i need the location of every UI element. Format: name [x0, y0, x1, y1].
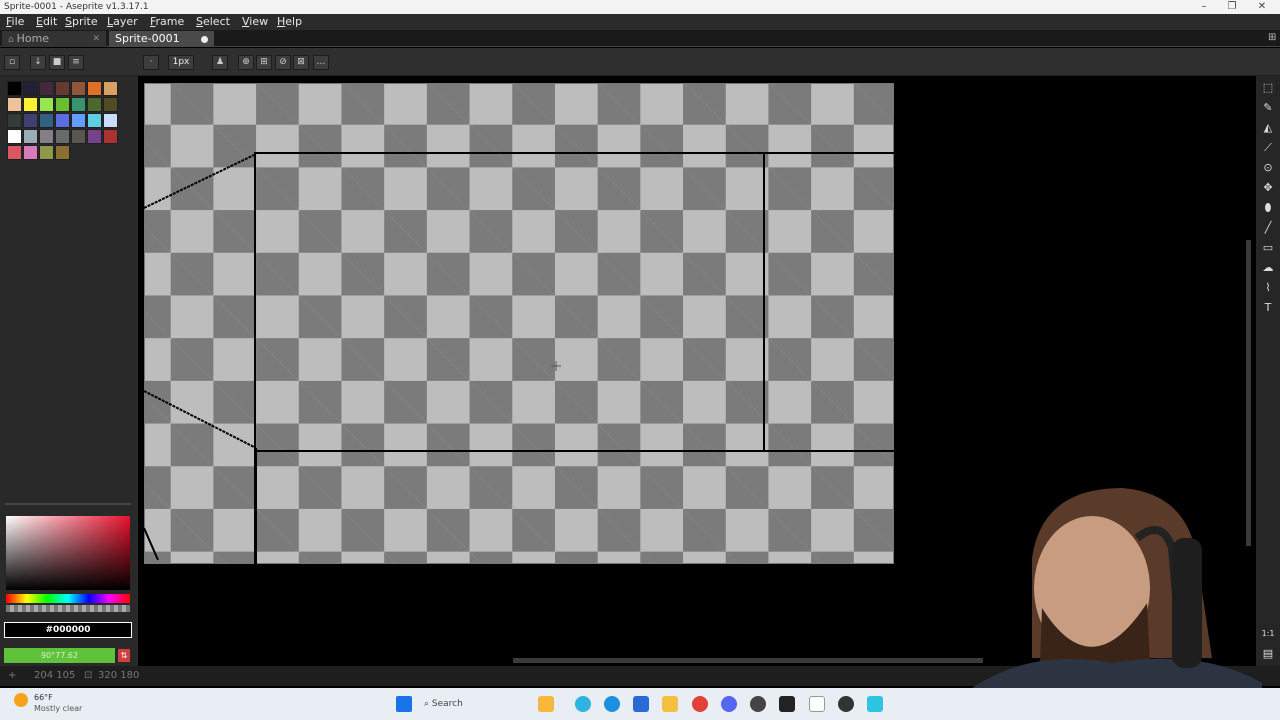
- eyedropper-tool-icon[interactable]: ⟋: [1260, 140, 1276, 156]
- webcam-overlay: [972, 488, 1262, 720]
- selection-size-icon: ⊡: [84, 670, 93, 681]
- start-icon[interactable]: [396, 696, 412, 712]
- zoom-tool-icon[interactable]: ⊙: [1260, 160, 1276, 176]
- sprite-size: 320 180: [98, 670, 140, 681]
- edge-icon[interactable]: [604, 696, 620, 712]
- eraser-tool-icon[interactable]: ◭: [1260, 120, 1276, 136]
- discord-icon[interactable]: [721, 696, 737, 712]
- search-icon: ⌕: [424, 699, 432, 709]
- app-icon[interactable]: [867, 696, 883, 712]
- move-tool-icon[interactable]: ✥: [1260, 180, 1276, 196]
- zoom-actual-icon[interactable]: 1:1: [1260, 626, 1276, 642]
- chrome-icon[interactable]: [692, 696, 708, 712]
- weather-temp: 66°F: [34, 693, 53, 702]
- taskbar-search[interactable]: ⌕ Search: [424, 695, 524, 713]
- search-label: Search: [431, 699, 463, 709]
- smudge-tool-icon[interactable]: ⌇: [1260, 280, 1276, 296]
- weather-desc: Mostly clear: [34, 704, 83, 713]
- aseprite-icon[interactable]: [809, 696, 825, 712]
- unity-icon[interactable]: [779, 696, 795, 712]
- fill-tool-icon[interactable]: ⬮: [1260, 200, 1276, 216]
- cursor-coords: 204 105: [34, 670, 76, 681]
- rectangle-tool-icon[interactable]: ▭: [1260, 240, 1276, 256]
- horizontal-scrollbar[interactable]: [513, 658, 983, 663]
- crosshair-cursor-icon: [551, 361, 561, 371]
- pencil-tool-icon[interactable]: ✎: [1260, 100, 1276, 116]
- settings-icon[interactable]: [750, 696, 766, 712]
- position-icon: +: [8, 670, 17, 681]
- obs-icon[interactable]: [838, 696, 854, 712]
- line-tool-icon[interactable]: ╱: [1260, 220, 1276, 236]
- blur-tool-icon[interactable]: ☁: [1260, 260, 1276, 276]
- marquee-tool-icon[interactable]: ⬚: [1260, 80, 1276, 96]
- store-icon[interactable]: [633, 696, 649, 712]
- weather-icon: [14, 693, 28, 707]
- timeline-icon[interactable]: ▤: [1260, 646, 1276, 662]
- widgets-icon[interactable]: [538, 696, 554, 712]
- file-explorer-icon[interactable]: [662, 696, 678, 712]
- windows-taskbar: 66°F Mostly clear ⌕ Search: [0, 688, 1280, 720]
- copilot-icon[interactable]: [575, 696, 591, 712]
- text-tool-icon[interactable]: T: [1260, 300, 1276, 316]
